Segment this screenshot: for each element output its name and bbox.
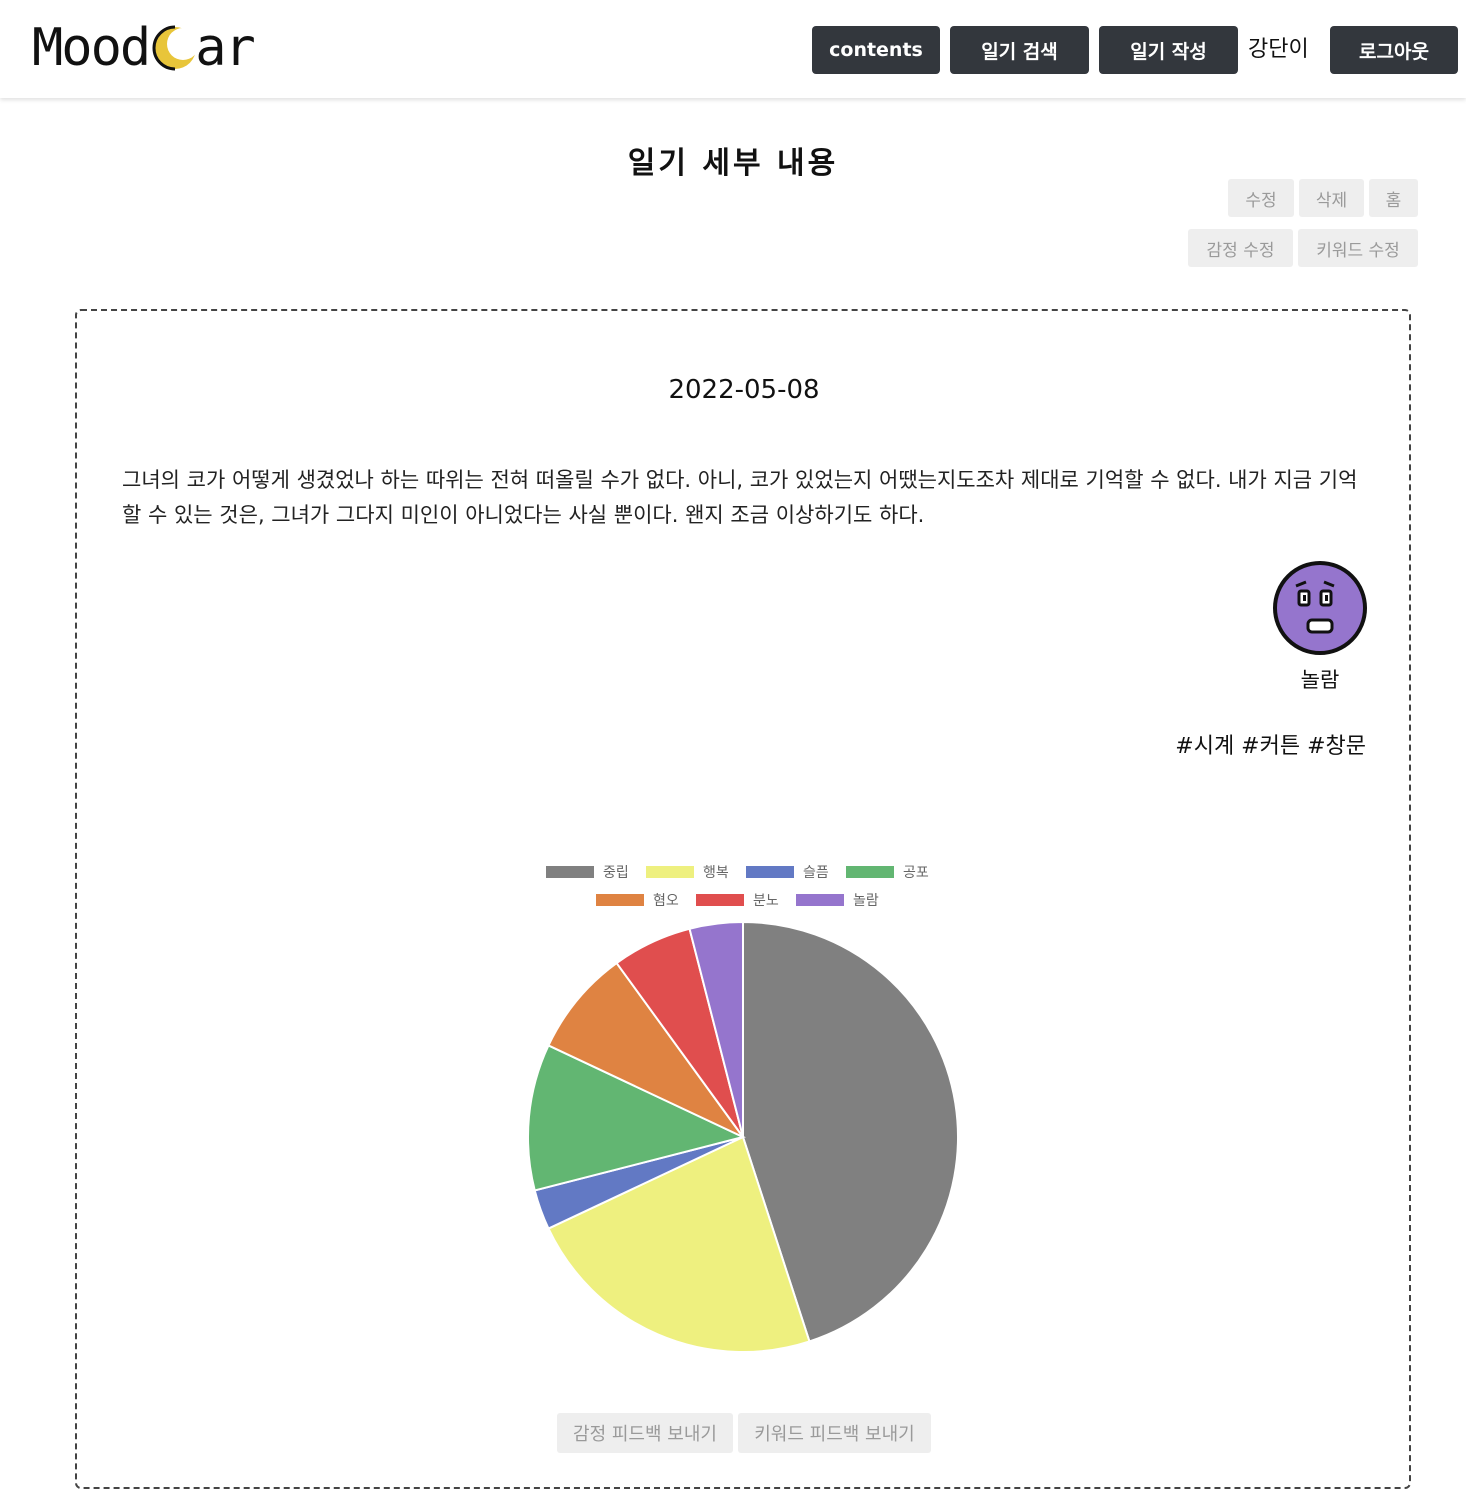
keyword-feedback-button[interactable]: 키워드 피드백 보내기 [738,1413,931,1453]
legend-swatch[interactable] [696,894,744,906]
logout-button[interactable]: 로그아웃 [1330,26,1458,74]
legend-label: 혐오 [653,893,679,909]
delete-button[interactable]: 삭제 [1299,179,1364,217]
diary-content: 그녀의 코가 어떻게 생겼었나 하는 따위는 전혀 떠올릴 수가 없다. 아니,… [122,468,1358,527]
surprised-face-icon [1273,561,1367,655]
edit-button[interactable]: 수정 [1228,179,1294,217]
edit-emotion-button[interactable]: 감정 수정 [1188,229,1293,267]
user-name: 강단이 [1248,37,1309,62]
legend-label: 슬픔 [803,865,829,881]
legend-swatch[interactable] [796,894,844,906]
page-title: 일기 세부 내용 [627,146,839,181]
top-header: Mood ar contents 일기 검색 일기 작성 강단이 로그아웃 [0,0,1466,98]
emotion-label: 놀람 [1300,668,1340,692]
legend-swatch[interactable] [596,894,644,906]
contents-button[interactable]: contents [812,26,940,74]
legend-label: 공포 [903,865,929,881]
legend-label: 놀람 [853,893,879,909]
home-button[interactable]: 홈 [1369,179,1418,217]
legend-swatch[interactable] [846,866,894,878]
diary-date: 2022-05-08 [668,375,820,405]
diary-write-button[interactable]: 일기 작성 [1099,26,1238,74]
top-nav: contents 일기 검색 일기 작성 강단이 로그아웃 [0,26,1466,74]
emotion-feedback-button[interactable]: 감정 피드백 보내기 [557,1413,733,1453]
legend-swatch[interactable] [746,866,794,878]
legend-label: 분노 [753,893,779,909]
diary-search-button[interactable]: 일기 검색 [950,26,1089,74]
legend-swatch[interactable] [646,866,694,878]
keyword-tags: #시계 #커튼 #창문 [1175,734,1366,759]
legend-label: 중립 [603,865,629,881]
legend-label: 행복 [703,865,729,881]
legend-swatch[interactable] [546,866,594,878]
emotion-pie-chart: 중립 행복 슬픔 공포혐오 분노 놀람 [527,865,959,1353]
edit-keyword-button[interactable]: 키워드 수정 [1298,229,1418,267]
